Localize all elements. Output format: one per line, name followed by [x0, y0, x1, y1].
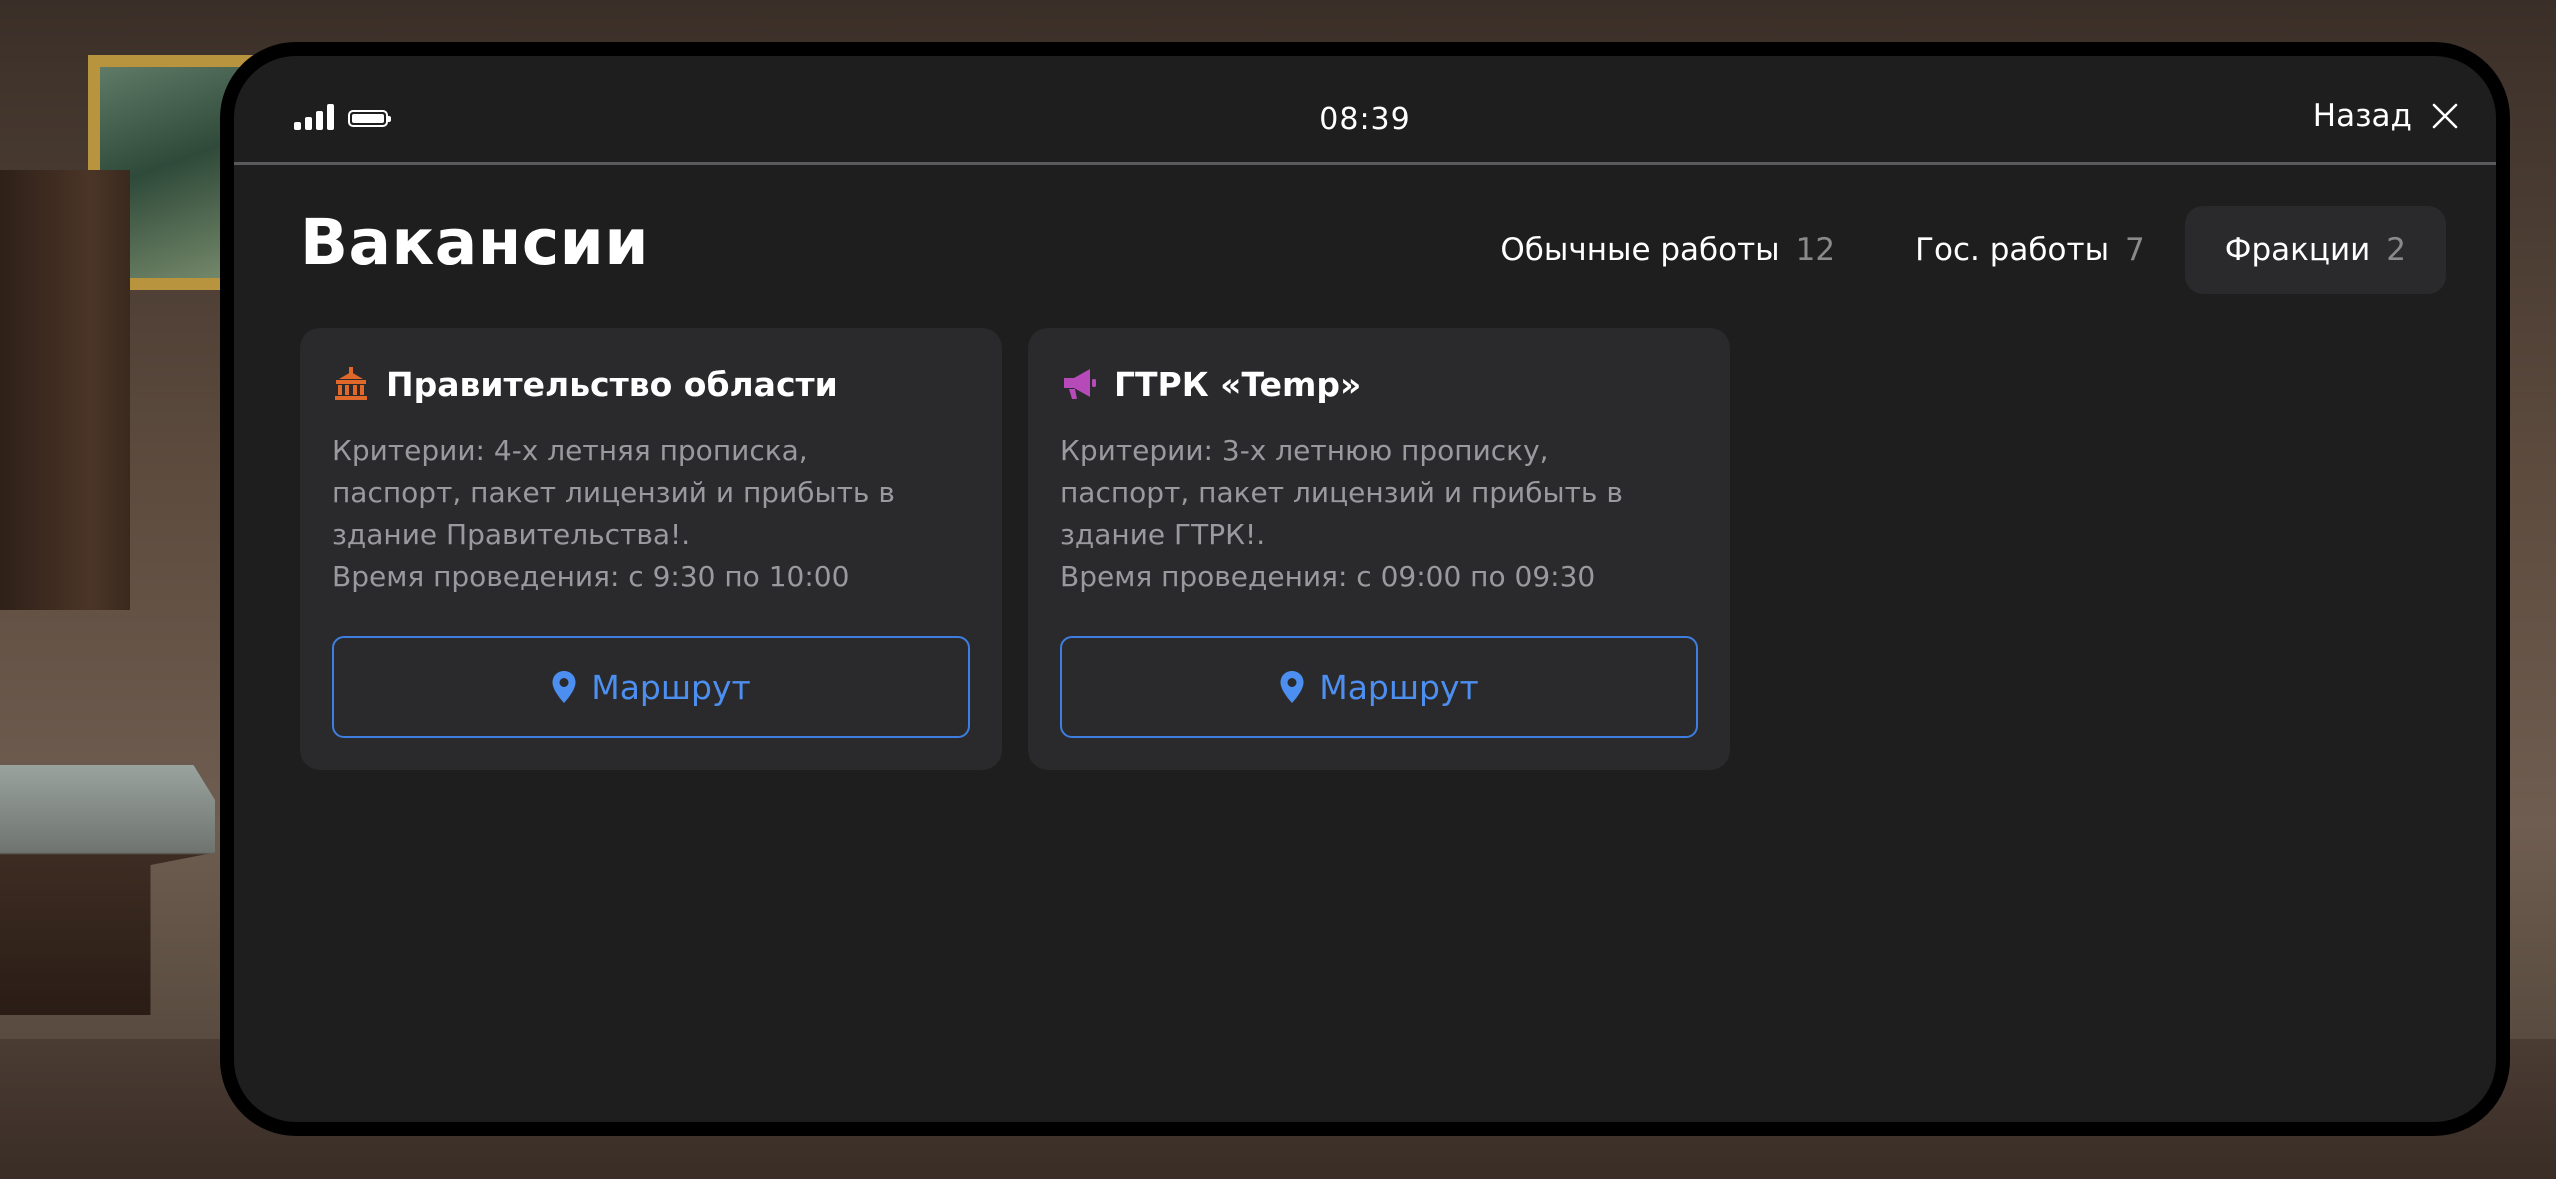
- status-time: 08:39: [1319, 102, 1411, 137]
- route-button[interactable]: Маршрут: [332, 636, 970, 738]
- vacancy-card: ГТРК «Temp» Критерии: 3-х летнюю прописк…: [1028, 328, 1730, 770]
- tab-label: Гос. работы: [1915, 232, 2110, 268]
- background-table: [0, 765, 215, 1015]
- status-bar: 08:39 Назад: [234, 56, 2496, 165]
- vacancy-list: Правительство области Критерии: 4-х летн…: [300, 328, 1730, 770]
- criteria-line: Критерии: 4-х летняя прописка,: [332, 434, 808, 467]
- criteria-line: Время проведения: с 9:30 по 10:00: [332, 560, 850, 593]
- criteria-line: здание Правительства!.: [332, 518, 691, 551]
- government-building-icon: [335, 367, 367, 400]
- card-title: ГТРК «Temp»: [1114, 364, 1362, 404]
- back-button[interactable]: Назад: [2313, 98, 2460, 134]
- megaphone-icon: [1064, 369, 1096, 399]
- card-header: Правительство области: [332, 364, 970, 404]
- tab-label: Фракции: [2224, 232, 2371, 268]
- background-shelf: [0, 170, 130, 610]
- page-title: Вакансии: [300, 206, 649, 279]
- card-header: ГТРК «Temp»: [1060, 364, 1698, 404]
- map-pin-icon: [552, 671, 576, 703]
- back-label: Назад: [2312, 98, 2412, 134]
- criteria-line: здание ГТРК!.: [1060, 518, 1266, 551]
- close-icon[interactable]: [2430, 101, 2460, 131]
- criteria-line: Время проведения: с 09:00 по 09:30: [1060, 560, 1596, 593]
- map-pin-icon: [1280, 671, 1304, 703]
- route-button[interactable]: Маршрут: [1060, 636, 1698, 738]
- tab-count: 7: [2125, 232, 2145, 268]
- vacancy-card: Правительство области Критерии: 4-х летн…: [300, 328, 1002, 770]
- tab-count: 12: [1795, 232, 1836, 268]
- tab-label: Обычные работы: [1500, 232, 1780, 268]
- tab-factions[interactable]: Фракции 2: [2184, 206, 2446, 294]
- tab-count: 2: [2386, 232, 2406, 268]
- route-button-label: Маршрут: [1319, 667, 1479, 707]
- tab-regular-jobs[interactable]: Обычные работы 12: [1460, 206, 1875, 294]
- criteria-line: паспорт, пакет лицензий и прибыть в: [332, 476, 895, 509]
- tab-gov-jobs[interactable]: Гос. работы 7: [1875, 206, 2185, 294]
- card-criteria: Критерии: 4-х летняя прописка, паспорт, …: [332, 430, 970, 598]
- criteria-line: паспорт, пакет лицензий и прибыть в: [1060, 476, 1623, 509]
- tab-bar: Обычные работы 12 Гос. работы 7 Фракции …: [1460, 206, 2446, 294]
- route-button-label: Маршрут: [591, 667, 751, 707]
- criteria-line: Критерии: 3-х летнюю прописку,: [1060, 434, 1549, 467]
- card-criteria: Критерии: 3-х летнюю прописку, паспорт, …: [1060, 430, 1698, 598]
- phone-panel: 08:39 Назад Вакансии Обычные работы 12 Г…: [220, 42, 2510, 1136]
- card-title: Правительство области: [386, 364, 838, 404]
